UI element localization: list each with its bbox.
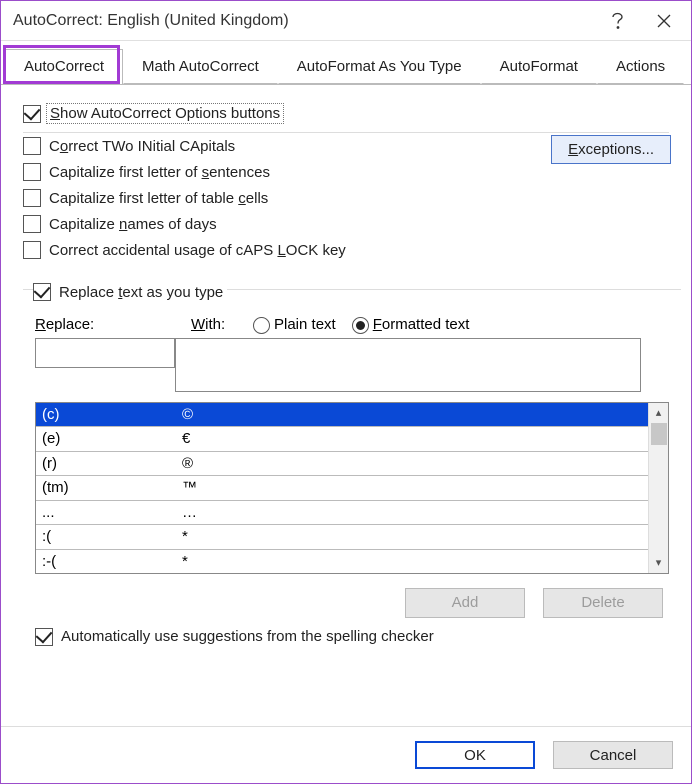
cell-key: (tm): [36, 479, 176, 496]
cell-value: €: [176, 430, 648, 447]
exceptions-button[interactable]: EExceptions...xceptions...: [551, 135, 671, 164]
cell-value: …: [176, 504, 648, 521]
plain-text-radio[interactable]: Plain text: [253, 316, 336, 334]
cell-key: ...: [36, 504, 176, 521]
cell-value: *: [176, 528, 648, 545]
table-row[interactable]: :-(*: [36, 550, 648, 573]
cancel-button[interactable]: Cancel: [553, 741, 673, 769]
checkbox-icon: [23, 105, 41, 123]
tab-autoformat-as-you-type[interactable]: AutoFormat As You Type: [278, 49, 481, 84]
cell-value: ™: [176, 479, 648, 496]
titlebar: AutoCorrect: English (United Kingdom): [1, 1, 691, 41]
cell-key: :-(: [36, 553, 176, 570]
help-button[interactable]: [595, 1, 641, 41]
window-title: AutoCorrect: English (United Kingdom): [13, 12, 595, 30]
table-row[interactable]: (tm)™: [36, 476, 648, 501]
capitalize-first-letter-sentences[interactable]: Capitalize first letter of sentences: [23, 163, 681, 181]
cell-value: ®: [176, 455, 648, 472]
scroll-up-icon[interactable]: ▴: [649, 403, 668, 423]
scroll-thumb[interactable]: [651, 423, 667, 445]
table-row[interactable]: (c)©: [36, 403, 648, 428]
scrollbar[interactable]: ▴ ▾: [648, 403, 668, 573]
cell-key: (e): [36, 430, 176, 447]
cell-key: (c): [36, 406, 176, 423]
tab-bar: AutoCorrect Math AutoCorrect AutoFormat …: [5, 49, 687, 84]
replace-input[interactable]: [35, 338, 175, 368]
show-autocorrect-options[interactable]: Show AutoCorrect Options buttons: [23, 103, 681, 124]
table-row[interactable]: :(*: [36, 525, 648, 550]
checkbox-icon: [35, 628, 53, 646]
scroll-down-icon[interactable]: ▾: [649, 553, 668, 573]
replace-text-as-you-type[interactable]: Replace text as you type: [33, 283, 227, 301]
close-button[interactable]: [641, 1, 687, 41]
tab-autoformat[interactable]: AutoFormat: [481, 49, 597, 84]
table-row[interactable]: ...…: [36, 501, 648, 526]
with-input[interactable]: [175, 338, 641, 392]
checkbox-icon: [23, 137, 41, 155]
ok-button[interactable]: OK: [415, 741, 535, 769]
formatted-text-radio[interactable]: Formatted text: [352, 316, 470, 334]
capitalize-names-of-days[interactable]: Capitalize names of days: [23, 215, 681, 233]
checkbox-icon: [23, 241, 41, 259]
checkbox-icon: [23, 189, 41, 207]
cell-key: (r): [36, 455, 176, 472]
replace-with-labels: Replace: With: Plain text Formatted text: [35, 316, 681, 334]
autocorrect-dialog: AutoCorrect: English (United Kingdom) Au…: [0, 0, 692, 784]
checkbox-icon: [23, 215, 41, 233]
replace-group: Replace text as you type Replace: With: …: [23, 289, 681, 646]
cell-value: *: [176, 553, 648, 570]
auto-suggest-spelling[interactable]: Automatically use suggestions from the s…: [35, 628, 681, 646]
add-button[interactable]: Add: [405, 588, 525, 618]
checkbox-icon: [33, 283, 51, 301]
dialog-footer: OK Cancel: [1, 726, 691, 783]
cell-key: :(: [36, 528, 176, 545]
cell-value: ©: [176, 406, 648, 423]
table-row[interactable]: (r)®: [36, 452, 648, 477]
checkbox-icon: [23, 163, 41, 181]
tab-math-autocorrect[interactable]: Math AutoCorrect: [123, 49, 278, 84]
replacement-table: (c)©(e)€(r)®(tm)™...…:(*:-(* ▴ ▾: [35, 402, 669, 574]
tab-actions[interactable]: Actions: [597, 49, 684, 84]
tab-autocorrect[interactable]: AutoCorrect: [5, 49, 123, 85]
table-row[interactable]: (e)€: [36, 427, 648, 452]
correct-caps-lock[interactable]: Correct accidental usage of cAPS LOCK ke…: [23, 241, 681, 259]
capitalize-first-letter-cells[interactable]: Capitalize first letter of table cells: [23, 189, 681, 207]
tab-content: Show AutoCorrect Options buttons Correct…: [1, 84, 691, 726]
delete-button[interactable]: Delete: [543, 588, 663, 618]
